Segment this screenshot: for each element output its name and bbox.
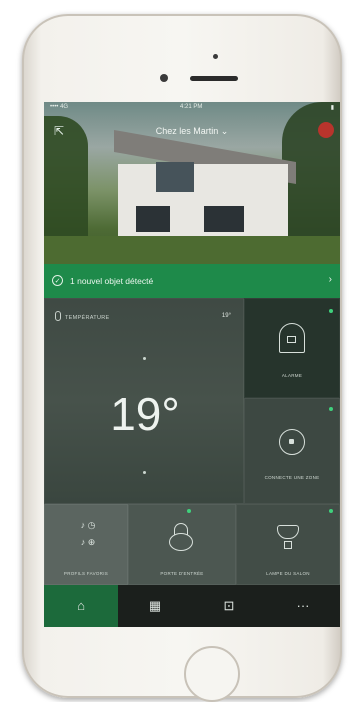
signal-indicator: •••• 4G xyxy=(50,104,69,110)
house-window xyxy=(136,206,170,232)
new-device-banner[interactable]: ✓ 1 nouvel objet détecté › xyxy=(44,264,340,298)
increase-dot[interactable] xyxy=(143,357,146,360)
status-bar: •••• 4G 4:21 PM ▮ xyxy=(44,102,340,114)
temperature-value: 19° xyxy=(110,388,180,440)
tab-bar: ⌂ ▦ ⊡ ··· xyxy=(44,585,340,627)
lawn xyxy=(44,236,340,264)
thermometer-icon xyxy=(55,311,61,321)
status-indicator xyxy=(329,407,333,411)
proximity-sensor xyxy=(213,54,218,59)
temperature-label: TEMPÉRATURE xyxy=(65,315,110,321)
battery-icon: ▮ xyxy=(330,105,334,111)
house-window xyxy=(204,206,244,232)
lamp-label: LAMPE DU SALON xyxy=(266,571,310,576)
front-camera xyxy=(160,74,168,82)
lamp-tile[interactable]: LAMPE DU SALON xyxy=(236,504,340,585)
banner-text: 1 nouvel objet détecté xyxy=(70,276,154,286)
favorites-tile[interactable]: ♪ ◷ ♪ ⊕ PROFILS FAVORIS xyxy=(44,504,128,585)
header-bar: ⇱ Chez les Martin ⌄ xyxy=(44,120,340,144)
lock-icon xyxy=(169,523,193,551)
zone-tile[interactable]: CONNECTE UNE ZONE xyxy=(244,398,340,504)
house-window xyxy=(156,162,194,192)
check-circle-icon: ✓ xyxy=(52,275,63,286)
temperature-tile[interactable]: TEMPÉRATURE 19° 19° xyxy=(44,298,244,504)
earpiece-speaker xyxy=(190,76,238,81)
switch-icon xyxy=(279,429,305,455)
scenes-icon: ♪ ◷ ♪ ⊕ xyxy=(80,520,96,547)
tab-grid[interactable]: ▦ xyxy=(118,585,192,627)
app-screen: •••• 4G 4:21 PM ▮ ⇱ Chez les Martin ⌄ ✓ … xyxy=(44,102,340,627)
favorites-label: PROFILS FAVORIS xyxy=(63,571,109,576)
chevron-right-icon: › xyxy=(328,274,332,285)
zone-label: CONNECTE UNE ZONE xyxy=(264,475,320,480)
status-indicator xyxy=(329,509,333,513)
tab-device[interactable]: ⊡ xyxy=(192,585,266,627)
front-door-tile[interactable]: PORTE D'ENTRÉE xyxy=(128,504,236,585)
decrease-dot[interactable] xyxy=(143,471,146,474)
device-grid: TEMPÉRATURE 19° 19° ALARME CONNECTE UNE … xyxy=(44,298,340,585)
status-time: 4:21 PM xyxy=(180,104,203,110)
tab-more[interactable]: ··· xyxy=(266,585,340,627)
alarm-tile[interactable]: ALARME xyxy=(244,298,340,398)
home-button[interactable] xyxy=(184,646,240,702)
lamp-icon xyxy=(277,525,299,551)
alarm-icon xyxy=(279,323,305,353)
front-door-label: PORTE D'ENTRÉE xyxy=(160,571,204,576)
status-indicator xyxy=(187,509,191,513)
temperature-setpoint: 19° xyxy=(221,313,231,319)
home-selector[interactable]: Chez les Martin ⌄ xyxy=(44,126,340,137)
status-indicator xyxy=(329,309,333,313)
house-photo: •••• 4G 4:21 PM ▮ ⇱ Chez les Martin ⌄ xyxy=(44,102,340,264)
tab-home[interactable]: ⌂ xyxy=(44,585,118,627)
avatar[interactable] xyxy=(318,122,334,138)
alarm-label: ALARME xyxy=(281,373,303,378)
